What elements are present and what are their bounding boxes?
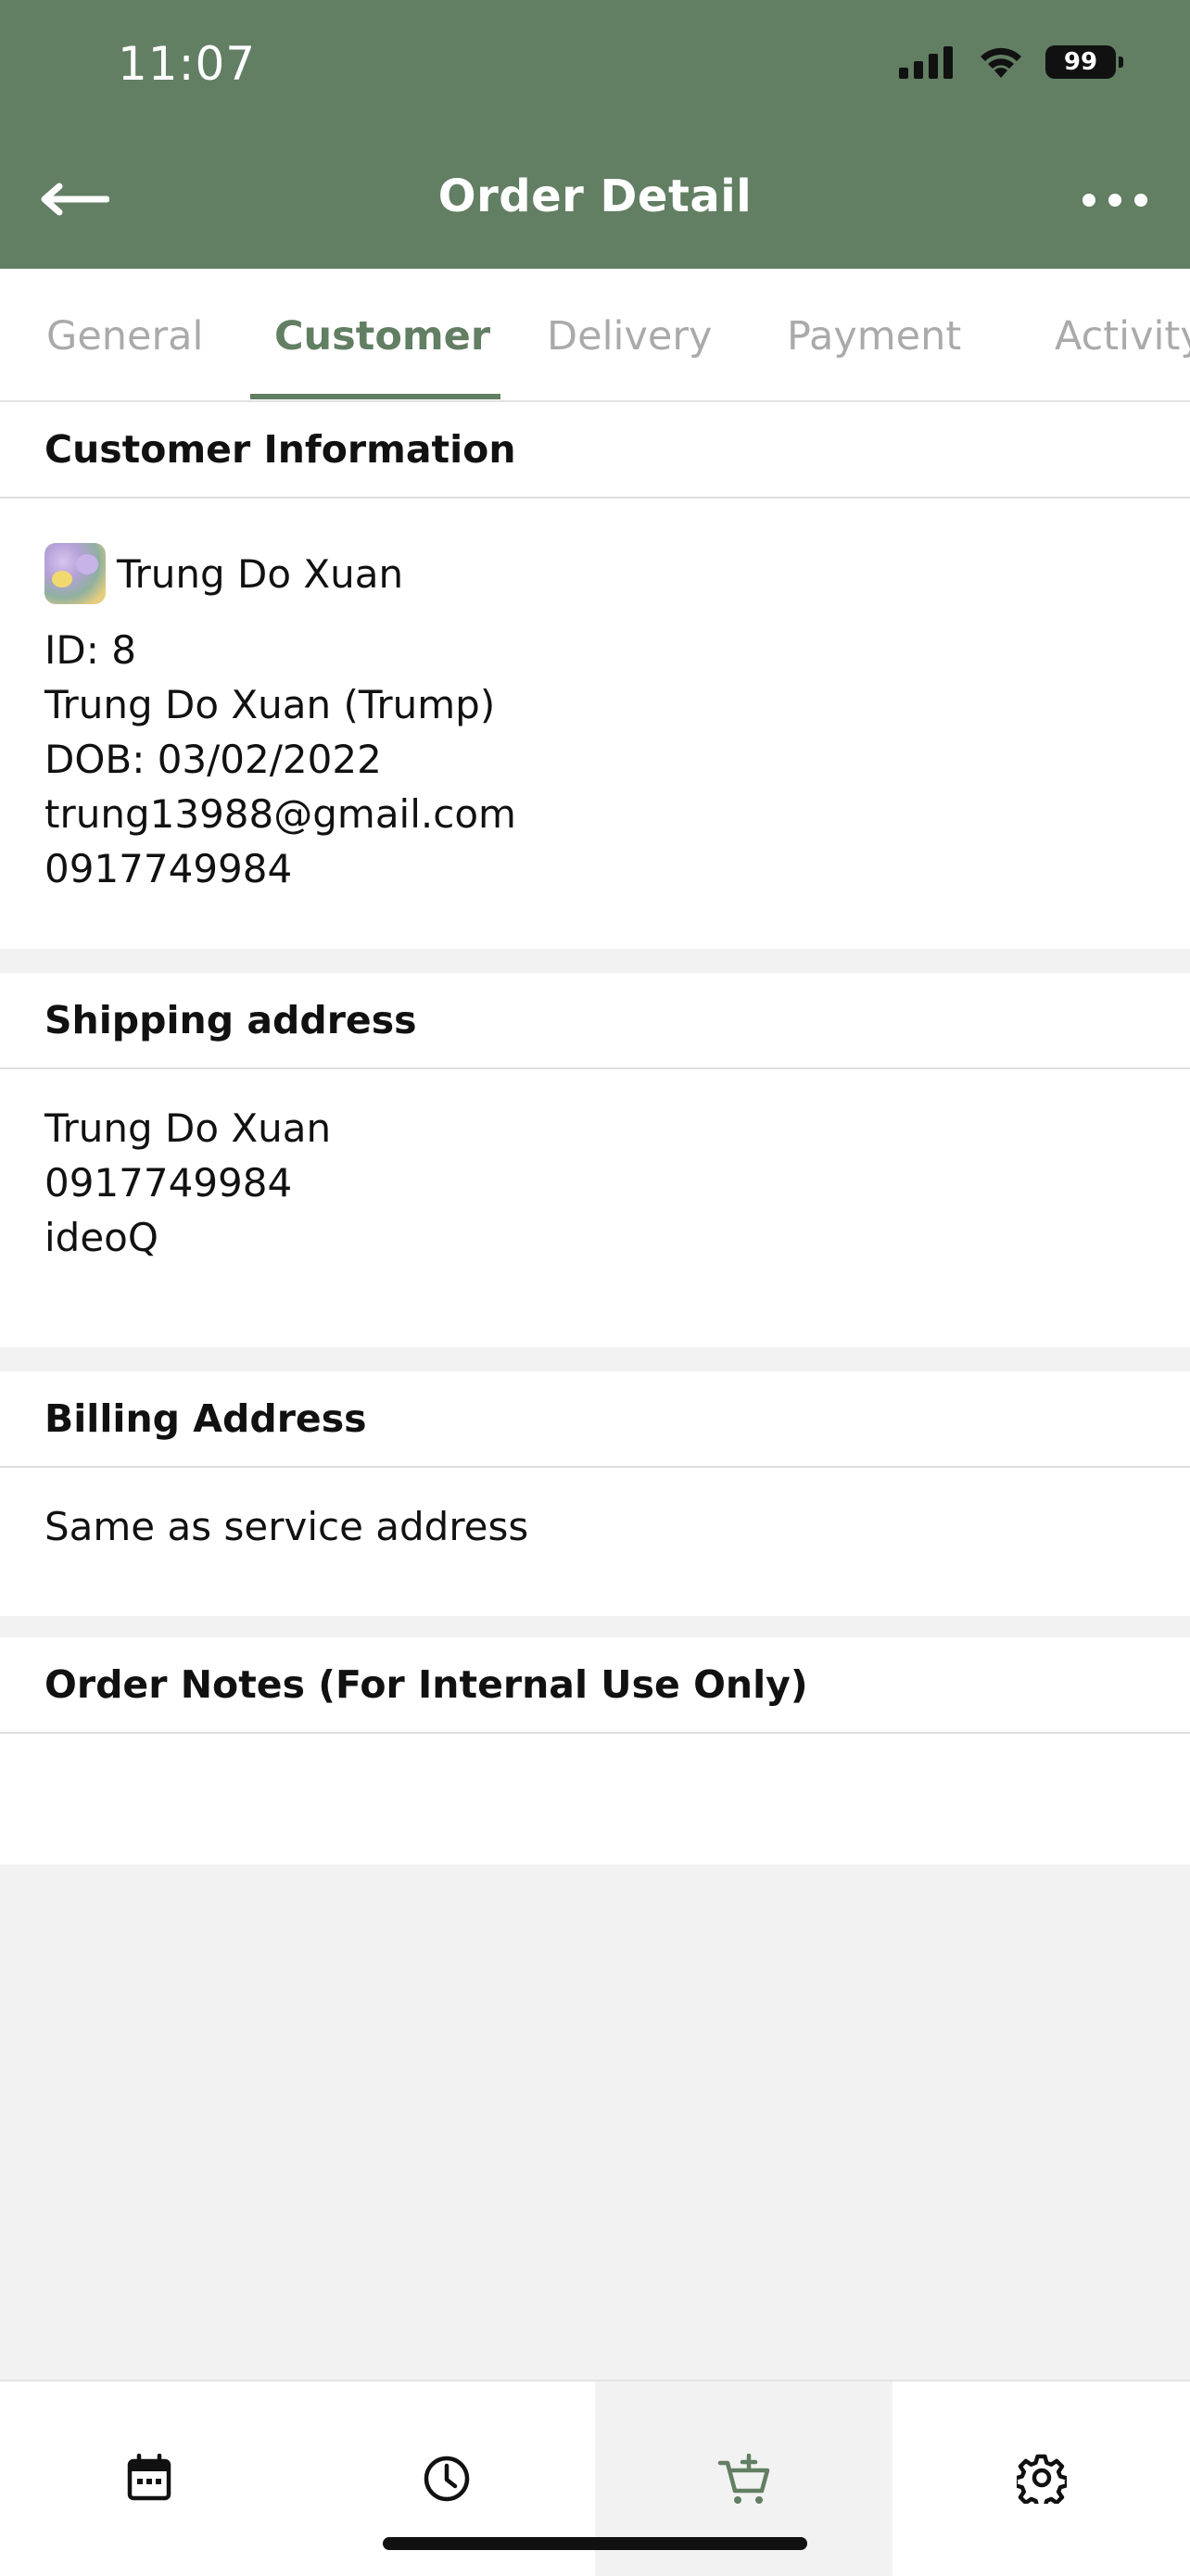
battery-level: 99 bbox=[1063, 48, 1098, 76]
customer-info-title: Customer Information bbox=[0, 402, 1190, 499]
nav-settings[interactable] bbox=[892, 2381, 1190, 2576]
page-title: Order Detail bbox=[437, 170, 753, 222]
nav-calendar[interactable] bbox=[0, 2381, 298, 2576]
shipping-phone[interactable]: 0917749984 bbox=[44, 1155, 1146, 1210]
customer-name-row: Trung Do Xuan bbox=[44, 541, 1146, 606]
order-notes-section: Order Notes (For Internal Use Only) bbox=[0, 1637, 1190, 1864]
tab-payment[interactable]: Payment bbox=[787, 313, 961, 360]
more-horizontal-icon bbox=[1082, 194, 1095, 207]
customer-dob: DOB: 03/02/2022 bbox=[44, 737, 382, 782]
tab-customer[interactable]: Customer bbox=[274, 313, 490, 360]
cart-add-icon bbox=[717, 2454, 769, 2504]
billing-address-title: Billing Address bbox=[0, 1371, 1190, 1468]
avatar bbox=[44, 543, 106, 604]
signal-icon bbox=[899, 46, 953, 79]
active-tab-indicator bbox=[250, 394, 500, 399]
customer-email[interactable]: trung13988@gmail.com bbox=[44, 787, 1146, 841]
billing-address-section: Billing Address Same as service address bbox=[0, 1371, 1190, 1616]
customer-full-name: Trung Do Xuan (Trump) bbox=[44, 682, 496, 727]
tab-bar: General Customer Delivery Payment Activi… bbox=[0, 269, 1190, 402]
clock-icon bbox=[424, 2456, 469, 2502]
shipping-address-section: Shipping address Trung Do Xuan 091774998… bbox=[0, 973, 1190, 1347]
status-icons: 99 bbox=[899, 44, 1123, 80]
billing-address-text: Same as service address bbox=[44, 1504, 529, 1549]
tab-general[interactable]: General bbox=[46, 313, 203, 360]
shipping-address-line: ideoQ bbox=[44, 1215, 158, 1260]
wifi-icon bbox=[981, 47, 1021, 78]
app-header: 11:07 99 Order Detail bbox=[0, 0, 1190, 269]
customer-phone[interactable]: 0917749984 bbox=[44, 841, 1146, 896]
customer-id: ID: 8 bbox=[44, 627, 136, 673]
home-indicator bbox=[383, 2537, 807, 2550]
calendar-icon bbox=[127, 2454, 171, 2501]
tab-activity[interactable]: Activity bbox=[1055, 313, 1190, 360]
order-notes-title: Order Notes (For Internal Use Only) bbox=[0, 1637, 1190, 1734]
customer-info-section: Customer Information Trung Do Xuan ID: 8… bbox=[0, 402, 1190, 949]
tab-delivery[interactable]: Delivery bbox=[547, 313, 713, 360]
shipping-name: Trung Do Xuan bbox=[44, 1105, 332, 1151]
more-options-button[interactable] bbox=[1082, 182, 1147, 219]
shipping-address-title: Shipping address bbox=[0, 973, 1190, 1069]
gear-icon bbox=[1016, 2454, 1067, 2504]
battery-indicator: 99 bbox=[1045, 45, 1123, 79]
customer-name: Trung Do Xuan bbox=[117, 550, 404, 597]
status-time: 11:07 bbox=[118, 37, 257, 91]
